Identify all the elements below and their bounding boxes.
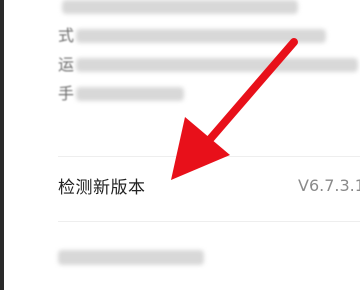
blurred-settings-row[interactable] (58, 240, 360, 274)
version-value: V6.7.3.1 (298, 175, 360, 195)
blurred-text-line (76, 29, 326, 43)
divider (58, 221, 360, 222)
blurred-text-line (76, 87, 184, 101)
check-update-row[interactable]: 检测新版本 V6.7.3.1 (58, 157, 360, 213)
blurred-text-char: 式 (58, 26, 75, 45)
blurred-text-line (76, 58, 358, 72)
blurred-text-line (58, 250, 204, 265)
blurred-text-char: 运 (58, 55, 75, 74)
blurred-description: 式 运 手 (58, 0, 358, 103)
blurred-text-line (62, 0, 298, 14)
about-screen: 式 运 手 检测新版本 V6.7.3.1 (0, 0, 360, 290)
blurred-text-char: 手 (58, 84, 75, 103)
left-edge (0, 0, 4, 290)
check-update-label: 检测新版本 (58, 177, 146, 198)
